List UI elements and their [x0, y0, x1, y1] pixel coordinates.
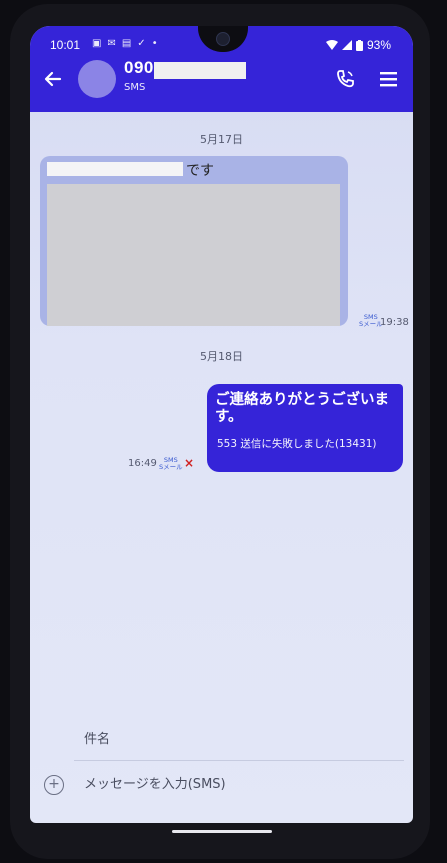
date-separator: 5月18日	[200, 350, 243, 363]
outgoing-timestamp: 16:49	[128, 458, 157, 469]
compose-area: 件名 +	[30, 716, 413, 823]
dot-icon: •	[151, 38, 158, 49]
outgoing-message-bubble[interactable]: ご連絡ありがとうございます。 553 送信に失敗しました(13431)	[207, 384, 403, 472]
status-notification-icons: ▣ ✉ ▤ ✓ •	[92, 38, 158, 49]
smail-badge-label: Sメール	[159, 463, 183, 471]
incoming-timestamp: 19:38	[380, 317, 409, 328]
app-bar: 090 SMS	[30, 58, 413, 112]
notification-icon: ▤	[121, 38, 132, 49]
subject-field[interactable]: 件名	[84, 728, 110, 747]
wifi-icon	[325, 40, 338, 50]
status-time: 10:01	[50, 38, 81, 52]
contact-number: 090	[124, 58, 154, 77]
send-error-text: 553 送信に失敗しました(13431)	[217, 438, 377, 450]
phone-call-icon[interactable]	[332, 66, 358, 92]
incoming-message-bubble[interactable]: です	[40, 156, 348, 326]
send-failed-icon[interactable]: ×	[184, 456, 194, 470]
divider	[74, 760, 404, 761]
signal-icon	[341, 40, 352, 50]
battery-percent: 93%	[366, 38, 391, 52]
check-icon: ✓	[137, 38, 146, 49]
contact-avatar[interactable]	[78, 60, 116, 98]
message-input[interactable]	[84, 772, 394, 796]
menu-icon[interactable]	[378, 66, 400, 92]
front-camera	[216, 32, 230, 46]
redacted-number	[154, 62, 246, 79]
status-right: 93%	[325, 38, 391, 52]
sms-badge: SMS Sメール	[159, 457, 183, 471]
home-indicator[interactable]	[172, 830, 272, 833]
date-separator: 5月17日	[200, 133, 243, 146]
outgoing-message-text: ご連絡ありがとうございます。	[215, 392, 389, 425]
notification-icon: ✉	[107, 38, 116, 49]
redacted-content	[47, 184, 340, 326]
redacted-text	[47, 162, 183, 176]
add-attachment-icon[interactable]: +	[44, 775, 64, 795]
screen: 10:01 ▣ ✉ ▤ ✓ • 93% 090 SMS 5月17日 です SMS…	[30, 26, 413, 823]
contact-type: SMS	[124, 82, 146, 93]
incoming-message-text: です	[186, 163, 214, 179]
battery-icon	[355, 39, 363, 51]
notification-icon: ▣	[92, 38, 102, 49]
back-arrow-icon[interactable]	[40, 66, 66, 92]
